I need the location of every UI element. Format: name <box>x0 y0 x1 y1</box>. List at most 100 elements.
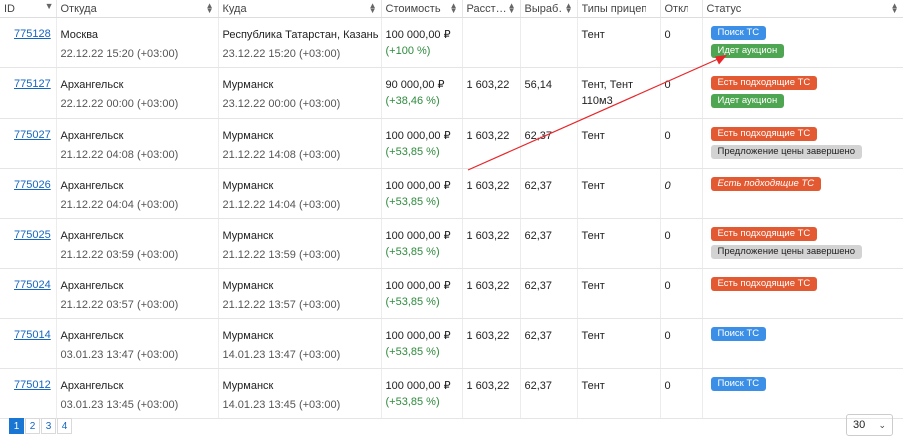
sort-icon[interactable]: ▲ ▼ <box>565 2 573 15</box>
responses-count: 0 <box>664 380 671 392</box>
from-date: 22.12.22 00:00 (+03:00) <box>60 98 179 110</box>
column-header-from[interactable]: Откуда ▲ ▼ <box>56 0 219 18</box>
cost-percent: (+38,46 %) <box>385 95 440 107</box>
trailer-type: Тент <box>581 330 605 342</box>
output-value: 62,37 <box>524 230 553 242</box>
column-header-to[interactable]: Куда ▲ ▼ <box>218 0 382 18</box>
to-date: 23.12.22 00:00 (+03:00) <box>222 98 341 110</box>
output-value: 62,37 <box>524 330 553 342</box>
responses-count: 0 <box>664 330 671 342</box>
trailer-type: Тент <box>581 180 605 192</box>
sort-icon[interactable]: ▲ ▼ <box>450 2 458 15</box>
from-date: 03.01.23 13:47 (+03:00) <box>60 349 179 361</box>
table-row[interactable]: 775024 Архангельск 21.12.22 03:57 (+03:00)… <box>0 268 903 319</box>
status-badges: Есть подходящие ТС Предложение цены завер… <box>707 227 899 263</box>
table-row[interactable]: 775025 Архангельск 21.12.22 03:59 (+03:00)… <box>0 218 903 269</box>
cost-percent: (+100 %) <box>385 45 431 57</box>
order-id-link[interactable]: 775012 <box>4 379 51 391</box>
order-id-link[interactable]: 775014 <box>4 329 51 341</box>
status-badge: Идет аукцион <box>710 44 785 58</box>
to-city: Республика Татарстан, Казань <box>222 29 379 41</box>
column-header-output[interactable]: Выраб…▲▼ <box>520 0 578 18</box>
per-page-select[interactable]: 30 ⌄ <box>846 414 893 436</box>
cost-value: 100 000,00 ₽ <box>385 230 451 242</box>
distance-value: 1 603,22 <box>466 180 510 192</box>
to-city: Мурманск <box>222 280 274 292</box>
column-header-responses: Откли… <box>660 0 703 18</box>
column-header-cost[interactable]: Стоимость ▲ ▼ <box>381 0 463 18</box>
from-date: 21.12.22 03:57 (+03:00) <box>60 299 179 311</box>
from-city: Архангельск <box>60 79 124 91</box>
responses-count: 0 <box>664 130 671 142</box>
to-date: 14.01.23 13:47 (+03:00) <box>222 349 341 361</box>
distance-value: 1 603,22 <box>466 130 510 142</box>
to-city: Мурманск <box>222 380 274 392</box>
sort-icon[interactable]: ▲ ▼ <box>369 2 377 15</box>
page-button-4[interactable]: 4 <box>57 418 72 434</box>
from-date: 22.12.22 15:20 (+03:00) <box>60 48 179 60</box>
trailer-type: Тент <box>581 380 605 392</box>
chevron-down-icon: ⌄ <box>878 420 886 430</box>
order-id-link[interactable]: 775027 <box>4 129 51 141</box>
distance-value: 1 603,22 <box>466 330 510 342</box>
status-badges: Поиск ТС <box>707 377 899 395</box>
responses-count: 0 <box>664 180 671 192</box>
from-date: 21.12.22 04:04 (+03:00) <box>60 199 179 211</box>
status-badge: Есть подходящие ТС <box>710 227 818 241</box>
to-city: Мурманск <box>222 180 274 192</box>
to-city: Мурманск <box>222 130 274 142</box>
table-row[interactable]: 775128 Москва 22.12.22 15:20 (+03:00) Респу… <box>0 17 903 68</box>
to-city: Мурманск <box>222 79 274 91</box>
output-value: 62,37 <box>524 280 553 292</box>
distance-value: 1 603,22 <box>466 79 510 91</box>
sort-icon[interactable]: ▲ ▼ <box>206 2 214 15</box>
trailer-type-extra: 110м3 <box>581 95 613 107</box>
table-row[interactable]: 775127 Архангельск 22.12.22 00:00 (+03:00)… <box>0 67 903 119</box>
cost-percent: (+53,85 %) <box>385 396 440 408</box>
sort-icon[interactable]: ▲ ▼ <box>508 2 516 15</box>
status-badge: Поиск ТС <box>710 26 767 40</box>
to-date: 21.12.22 14:04 (+03:00) <box>222 199 341 211</box>
order-id-link[interactable]: 775026 <box>4 179 51 191</box>
sort-icon[interactable]: ▲ ▼ <box>891 2 899 15</box>
status-badge: Предложение цены завершено <box>710 145 863 159</box>
page-button-2[interactable]: 2 <box>25 418 40 434</box>
page-button-3[interactable]: 3 <box>41 418 56 434</box>
column-header-id[interactable]: ID ▼ <box>0 0 57 18</box>
table-row[interactable]: 775014 Архангельск 03.01.23 13:47 (+03:00)… <box>0 318 903 369</box>
status-badge: Есть подходящие ТС <box>710 177 822 191</box>
status-badges: Есть подходящие ТС Предложение цены завер… <box>707 127 899 163</box>
table-row[interactable]: 775026 Архангельск 21.12.22 04:04 (+03:00)… <box>0 168 903 219</box>
column-header-status[interactable]: Статус ▲ ▼ <box>702 0 903 18</box>
trailer-type: Тент <box>581 29 605 41</box>
status-badge: Предложение цены завершено <box>710 245 863 259</box>
output-value: 56,14 <box>524 79 553 91</box>
distance-value: 1 603,22 <box>466 230 510 242</box>
status-badge: Есть подходящие ТС <box>710 127 818 141</box>
column-header-trailer-types: Типы прицепа <box>577 0 661 18</box>
sort-down-icon[interactable]: ▼ <box>45 2 54 11</box>
order-id-link[interactable]: 775025 <box>4 229 51 241</box>
page-button-1[interactable]: 1 <box>9 418 24 434</box>
from-date: 03.01.23 13:45 (+03:00) <box>60 399 179 411</box>
responses-count: 0 <box>664 230 671 242</box>
order-id-link[interactable]: 775127 <box>4 78 51 90</box>
pagination: 1234 <box>9 418 73 434</box>
to-date: 21.12.22 13:57 (+03:00) <box>222 299 341 311</box>
status-badge: Есть подходящие ТС <box>710 277 818 291</box>
responses-count: 0 <box>664 29 671 41</box>
cost-value: 90 000,00 ₽ <box>385 79 445 91</box>
status-badges: Поиск ТС <box>707 327 899 345</box>
trailer-type: Тент <box>581 280 605 292</box>
to-date: 21.12.22 13:59 (+03:00) <box>222 249 341 261</box>
cost-value: 100 000,00 ₽ <box>385 130 451 142</box>
status-badge: Есть подходящие ТС <box>710 76 818 90</box>
trailer-type: Тент <box>581 130 605 142</box>
order-id-link[interactable]: 775128 <box>4 28 51 40</box>
table-row[interactable]: 775027 Архангельск 21.12.22 04:08 (+03:00)… <box>0 118 903 169</box>
column-header-distance[interactable]: Расст… ▲ ▼ <box>462 0 521 18</box>
responses-count: 0 <box>664 280 671 292</box>
order-id-link[interactable]: 775024 <box>4 279 51 291</box>
table-row[interactable]: 775012 Архангельск 03.01.23 13:45 (+03:00)… <box>0 368 903 419</box>
to-date: 23.12.22 15:20 (+03:00) <box>222 48 341 60</box>
